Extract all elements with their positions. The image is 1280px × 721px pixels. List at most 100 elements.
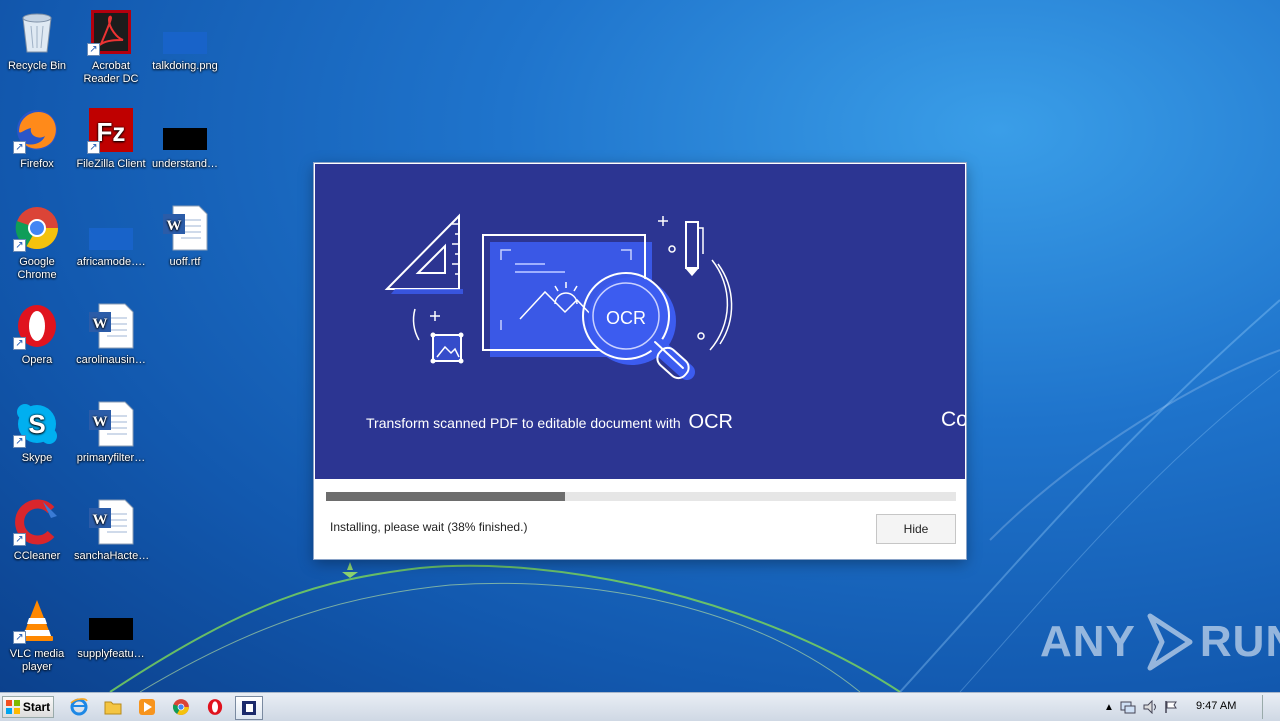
desktop-icon-carolinausin[interactable]: W carolinausin… — [74, 300, 148, 367]
start-button[interactable]: Start — [2, 696, 54, 718]
svg-text:W: W — [167, 218, 182, 234]
desktop-icon-label: africamode…. — [76, 256, 146, 268]
desktop-icon-label: Firefox — [20, 158, 54, 170]
desktop-icon-ccleaner[interactable]: ↗ CCleaner — [0, 496, 74, 563]
desktop-icon-uoff-rtf[interactable]: W uoff.rtf — [148, 202, 222, 269]
desktop-icon-label: understand… — [151, 158, 219, 170]
word-doc-icon: W — [87, 498, 135, 546]
recycle-bin-icon — [13, 8, 61, 56]
ocr-badge-text: OCR — [606, 308, 646, 328]
filezilla-icon: Fz ↗ — [87, 106, 135, 154]
desktop-icon-label: FileZilla Client — [76, 158, 146, 170]
banner-next-slide-text: Co — [941, 408, 965, 431]
firefox-icon: ↗ — [13, 106, 61, 154]
desktop-icon-label: talkdoing.png — [152, 60, 218, 72]
start-label: Start — [22, 700, 51, 714]
black-file-icon — [161, 106, 209, 154]
windows-logo-icon — [5, 700, 20, 714]
desktop-icon-label: CCleaner — [13, 550, 61, 562]
opera-icon[interactable] — [205, 697, 225, 717]
desktop-icon-opera[interactable]: ↗ Opera — [0, 300, 74, 367]
volume-icon[interactable] — [1142, 700, 1158, 714]
shortcut-arrow-icon: ↗ — [87, 43, 100, 56]
desktop-icon-label: Skype — [21, 452, 53, 464]
watermark-left-text: ANY — [1040, 617, 1136, 666]
svg-text:Fz: Fz — [97, 117, 126, 147]
banner-caption-ocr: OCR — [688, 411, 733, 433]
installer-task-icon[interactable] — [235, 696, 263, 720]
set-square-icon — [384, 213, 463, 294]
banner-caption: Transform scanned PDF to editable docume… — [366, 411, 733, 434]
picture-frame-icon — [430, 332, 464, 364]
desktop-icon-label: supplyfeatu… — [77, 648, 145, 660]
desktop-icon-label: sanchaHacte… — [74, 550, 150, 562]
desktop-icon-label: carolinausin… — [76, 354, 146, 366]
shortcut-arrow-icon: ↗ — [13, 435, 26, 448]
banner-caption-text: Transform scanned PDF to editable docume… — [366, 415, 681, 431]
install-progress-fill — [326, 492, 566, 501]
desktop-icon-filezilla[interactable]: Fz ↗ FileZilla Client — [74, 104, 148, 171]
desktop-icon-acrobat-reader[interactable]: ↗ Acrobat Reader DC — [74, 6, 148, 86]
installer-banner: OCR Transform scanned PDF to editable do… — [315, 164, 965, 479]
image-file-icon — [161, 8, 209, 56]
svg-text:W: W — [93, 414, 108, 430]
desktop-icon-primaryfilter[interactable]: W primaryfilter… — [74, 398, 148, 465]
opera-icon: ↗ — [13, 302, 61, 350]
ie-icon[interactable] — [69, 697, 89, 717]
hide-button[interactable]: Hide — [876, 514, 956, 544]
shortcut-arrow-icon: ↗ — [87, 141, 100, 154]
word-doc-icon: W — [161, 204, 209, 252]
ccleaner-icon: ↗ — [13, 498, 61, 546]
shortcut-arrow-icon: ↗ — [13, 141, 26, 154]
desktop-icon-label: uoff.rtf — [169, 256, 201, 268]
install-progress-bar — [326, 492, 956, 501]
desktop-icon-label: Google Chrome — [17, 256, 57, 281]
svg-text:W: W — [93, 316, 108, 332]
desktop-icon-label: Opera — [21, 354, 53, 366]
desktop-icon-label: VLC media player — [9, 648, 65, 673]
watermark-right-text: RUN — [1199, 617, 1280, 666]
taskbar-clock[interactable]: 9:47 AM — [1196, 700, 1236, 712]
desktop-icon-vlc[interactable]: ↗ VLC media player — [0, 594, 74, 674]
desktop-icon-label: Acrobat Reader DC — [83, 60, 139, 85]
network-icon[interactable] — [1120, 700, 1136, 714]
tray-arrow-icon[interactable]: ▲ — [1104, 702, 1114, 713]
word-doc-icon: W — [87, 302, 135, 350]
taskbar: Start ▲ 9:47 AM — [0, 692, 1280, 721]
desktop-icon-talkdoing[interactable]: talkdoing.png — [148, 6, 222, 73]
shortcut-arrow-icon: ↗ — [13, 337, 26, 350]
desktop-icon-understand[interactable]: understand… — [148, 104, 222, 171]
blue-file-icon — [87, 204, 135, 252]
word-doc-icon: W — [87, 400, 135, 448]
pen-icon — [685, 221, 704, 277]
desktop-icon-skype[interactable]: S ↗ Skype — [0, 398, 74, 465]
show-desktop-button[interactable] — [1262, 695, 1279, 719]
chrome-icon: ↗ — [13, 204, 61, 252]
desktop-icon-firefox[interactable]: ↗ Firefox — [0, 104, 74, 171]
desktop-icon-sanchaHacte[interactable]: W sanchaHacte… — [74, 496, 150, 563]
desktop-icon-africamode[interactable]: africamode…. — [74, 202, 148, 269]
desktop-icon-label: Recycle Bin — [7, 60, 67, 72]
media-player-icon[interactable] — [137, 697, 157, 717]
shortcut-arrow-icon: ↗ — [13, 239, 26, 252]
system-tray: ▲ — [1104, 693, 1178, 721]
flag-icon[interactable] — [1164, 700, 1178, 714]
explorer-icon[interactable] — [103, 697, 123, 717]
desktop-icon-supplyfeatu[interactable]: supplyfeatu… — [74, 594, 148, 661]
desktop-icon-google-chrome[interactable]: ↗ Google Chrome — [0, 202, 74, 282]
chrome-icon[interactable] — [171, 697, 191, 717]
shortcut-arrow-icon: ↗ — [13, 631, 26, 644]
svg-text:S: S — [28, 409, 45, 439]
installer-window: OCR Transform scanned PDF to editable do… — [314, 163, 966, 559]
anyrun-watermark: ANY RUN — [1040, 612, 1280, 672]
vlc-icon: ↗ — [13, 596, 61, 644]
skype-icon: S ↗ — [13, 400, 61, 448]
play-logo-icon — [1147, 613, 1193, 671]
shortcut-arrow-icon: ↗ — [13, 533, 26, 546]
desktop-icon-recycle-bin[interactable]: Recycle Bin — [0, 6, 74, 73]
svg-text:W: W — [93, 512, 108, 528]
black-file-icon — [87, 596, 135, 644]
acrobat-icon: ↗ — [87, 8, 135, 56]
desktop-icon-label: primaryfilter… — [76, 452, 146, 464]
install-status-text: Installing, please wait (38% finished.) — [330, 520, 528, 534]
